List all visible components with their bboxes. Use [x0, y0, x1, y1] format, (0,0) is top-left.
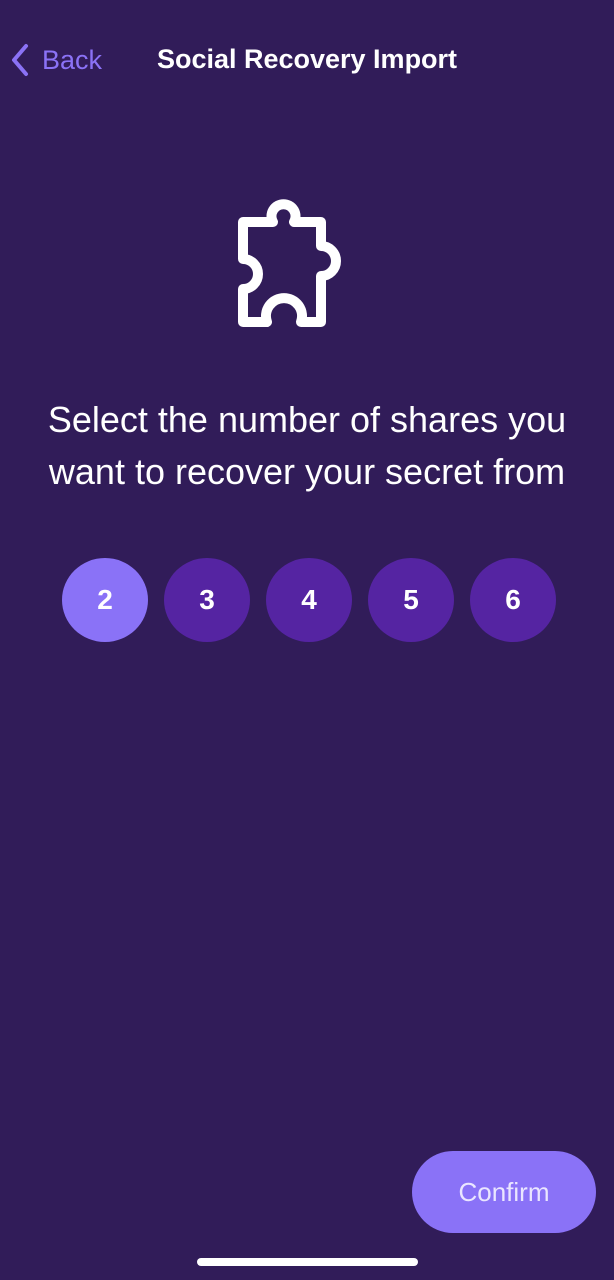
- instruction-line-2: want to recover your secret from: [48, 451, 566, 492]
- page-title: Social Recovery Import: [156, 44, 458, 74]
- share-count-selector: 2 3 4 5 6: [62, 558, 562, 642]
- instruction-line-1: Select the number of shares you: [47, 399, 567, 440]
- instruction-text: Select the number of shares you want to …: [0, 394, 614, 498]
- share-option-4[interactable]: 4: [266, 558, 352, 642]
- share-option-3[interactable]: 3: [164, 558, 250, 642]
- home-indicator: [197, 1258, 418, 1266]
- share-option-5[interactable]: 5: [368, 558, 454, 642]
- confirm-button[interactable]: Confirm: [412, 1151, 596, 1233]
- puzzle-piece-icon: [232, 184, 382, 334]
- share-option-6[interactable]: 6: [470, 558, 556, 642]
- share-option-2[interactable]: 2: [62, 558, 148, 642]
- navigation-bar: Back Social Recovery Import: [0, 0, 614, 120]
